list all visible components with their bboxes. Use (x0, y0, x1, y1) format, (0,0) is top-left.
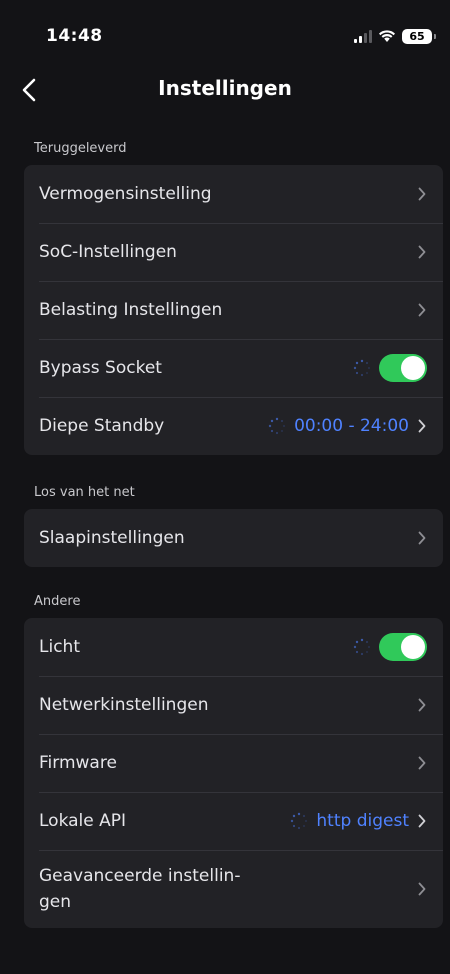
row-label: Lokale API (39, 811, 127, 831)
toggle-knob (401, 635, 425, 659)
section-label-other: Andere (34, 594, 81, 609)
wifi-icon (379, 30, 395, 42)
loading-spinner-icon (353, 638, 370, 656)
chevron-right-icon (417, 302, 427, 318)
chevron-right-icon (417, 813, 427, 829)
row-label: SoC-Instellingen (39, 242, 177, 262)
standby-time-value: 00:00 - 24:00 (294, 416, 409, 436)
battery-icon: 65 (402, 28, 436, 44)
row-netwerkinstellingen[interactable]: Netwerkinstellingen (24, 676, 443, 734)
status-time: 14:48 (46, 26, 103, 46)
status-bar: 14:48 65 (0, 0, 450, 70)
row-label: Bypass Socket (39, 358, 162, 378)
chevron-right-icon (417, 530, 427, 546)
row-diepe-standby[interactable]: Diepe Standby 00:00 - 24:00 (24, 397, 443, 455)
toggle-knob (401, 356, 425, 380)
row-label: Vermogensinstelling (39, 184, 212, 204)
settings-group-off-grid: Slaapinstellingen (24, 509, 443, 567)
settings-group-returned: Vermogensinstelling SoC-Instellingen Bel… (24, 165, 443, 455)
row-label: Diepe Standby (39, 416, 165, 436)
section-label-returned: Teruggeleverd (34, 141, 127, 156)
loading-spinner-icon (291, 812, 308, 830)
light-toggle[interactable] (379, 633, 427, 661)
chevron-right-icon (417, 186, 427, 202)
chevron-right-icon (417, 418, 427, 434)
page-title: Instellingen (158, 76, 292, 100)
row-lokale-api[interactable]: Lokale API http digest (24, 792, 443, 850)
signal-icon (354, 29, 372, 43)
row-label: Belasting Instellingen (39, 300, 223, 320)
chevron-right-icon (417, 755, 427, 771)
row-label: Licht (39, 637, 80, 657)
row-firmware[interactable]: Firmware (24, 734, 443, 792)
loading-spinner-icon (353, 359, 370, 377)
nav-bar: Instellingen (0, 64, 450, 114)
chevron-right-icon (417, 244, 427, 260)
row-geavanceerde-instellingen[interactable]: Geavanceerde instellin- gen (24, 850, 443, 928)
row-licht: Licht (24, 618, 443, 676)
row-soc-instellingen[interactable]: SoC-Instellingen (24, 223, 443, 281)
row-slaapinstellingen[interactable]: Slaapinstellingen (24, 509, 443, 567)
row-label: Geavanceerde instellin- gen (39, 866, 241, 912)
row-label: Firmware (39, 753, 117, 773)
status-icons: 65 (354, 26, 436, 46)
chevron-right-icon (417, 697, 427, 713)
row-vermogensinstelling[interactable]: Vermogensinstelling (24, 165, 443, 223)
section-label-off-grid: Los van het net (34, 485, 135, 500)
row-label: Netwerkinstellingen (39, 695, 209, 715)
settings-group-other: Licht Netwerkinstellingen Firmware Lokal… (24, 618, 443, 928)
bypass-socket-toggle[interactable] (379, 354, 427, 382)
row-belasting-instellingen[interactable]: Belasting Instellingen (24, 281, 443, 339)
row-bypass-socket: Bypass Socket (24, 339, 443, 397)
api-auth-value: http digest (316, 811, 409, 831)
chevron-right-icon (417, 881, 427, 897)
loading-spinner-icon (268, 417, 286, 435)
row-label: Slaapinstellingen (39, 528, 185, 548)
